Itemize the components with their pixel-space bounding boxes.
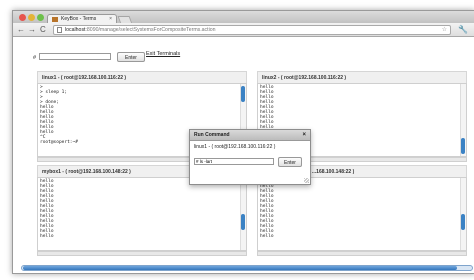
terminal-lines: hello hello hello hello hello hello hell… (260, 179, 274, 239)
scrollbar-thumb[interactable] (461, 214, 465, 230)
terminal-line: > sleep 1; (40, 90, 68, 95)
terminal-line: root@sopert:~# (40, 140, 78, 145)
terminal-lines: hello hello hello hello hello hello hell… (40, 179, 54, 239)
command-prompt-label: # (33, 55, 37, 61)
bookmark-star-icon[interactable]: ☆ (442, 26, 447, 34)
dialog-title: Run Command (194, 132, 230, 138)
resize-grip-icon[interactable] (304, 178, 309, 183)
run-command-input[interactable] (194, 158, 274, 165)
dialog-host-label: linux1 - ( root@192.168.100.116:22 ) (194, 144, 276, 150)
run-command-dialog: Run Command × linux1 - ( root@192.168.10… (189, 129, 311, 185)
reload-icon[interactable]: C (40, 23, 46, 36)
terminal-scrollbar[interactable] (460, 178, 466, 250)
exit-terminals-link[interactable]: Exit Terminals (146, 51, 180, 57)
command-input[interactable] (39, 53, 111, 60)
terminal-line: hello (40, 234, 54, 239)
terminal-header: linux2 - ( root@192.168.100.116:22 ) (257, 71, 467, 83)
terminal-header: linux1 - ( root@192.168.100.116:22 ) (37, 71, 247, 83)
terminal-lines: > > sleep 1; > > done; hello hello hello… (40, 85, 78, 145)
terminal-output[interactable]: hello hello hello hello hello hello hell… (37, 177, 247, 251)
scrollbar-thumb[interactable] (241, 86, 245, 102)
page-icon (57, 27, 62, 33)
terminal-line: hello (260, 234, 274, 239)
terminal-scrollbar[interactable] (240, 178, 246, 250)
browser-toolbar: ← → C localhost:8090/manage/selectSystem… (13, 23, 474, 37)
dialog-header: Run Command × (190, 130, 310, 141)
url-path: :8090/manage/selectSystemsForCompositeTe… (85, 27, 216, 33)
wrench-icon[interactable]: 🔧 (458, 23, 468, 36)
horizontal-scrollbar[interactable] (21, 265, 473, 271)
dialog-close-icon[interactable]: × (302, 130, 306, 140)
forward-arrow-icon[interactable]: → (28, 23, 36, 36)
close-window-button[interactable] (19, 14, 26, 21)
terminal-footer (257, 251, 467, 256)
favicon-icon (52, 17, 58, 22)
terminal-scrollbar[interactable] (460, 84, 466, 156)
run-command-enter-button[interactable]: Enter (278, 157, 302, 167)
terminal-footer (37, 251, 247, 256)
scrollbar-thumb[interactable] (241, 214, 245, 230)
enter-button[interactable]: Enter (117, 52, 145, 62)
browser-window: KeyBox - Terms × ← → C localhost:8090/ma… (12, 10, 474, 274)
title-bar: KeyBox - Terms × (13, 11, 474, 24)
back-arrow-icon[interactable]: ← (17, 23, 25, 36)
url-host: localhost (65, 27, 86, 33)
terminal-output[interactable]: hello hello hello hello hello hello hell… (257, 177, 467, 251)
scrollbar-thumb[interactable] (461, 138, 465, 154)
zoom-window-button[interactable] (37, 14, 44, 21)
horizontal-scrollbar-thumb[interactable] (23, 266, 457, 270)
minimize-window-button[interactable] (28, 14, 35, 21)
page-content: # Enter Exit Terminals linux1 - ( root@1… (13, 37, 474, 273)
address-bar[interactable]: localhost:8090/manage/selectSystemsForCo… (53, 25, 451, 35)
